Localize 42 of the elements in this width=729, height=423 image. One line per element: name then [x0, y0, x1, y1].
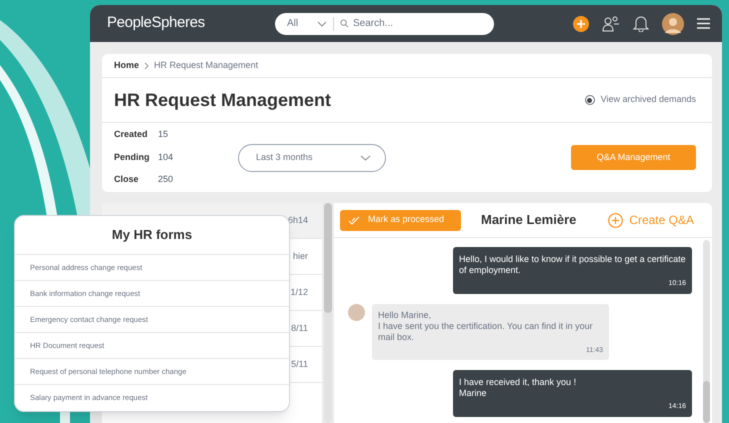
- menu-icon[interactable]: [697, 18, 710, 29]
- stat-label: Close: [114, 173, 140, 186]
- breadcrumb-current: HR Request Management: [154, 58, 258, 72]
- chevron-right-icon: [144, 62, 150, 70]
- add-icon[interactable]: [573, 16, 589, 32]
- request-time: 1/12: [290, 286, 308, 299]
- message-text: Hello, I would like to know if it possible to get a certificate of employment.: [459, 254, 686, 276]
- chevron-down-icon: [317, 20, 327, 26]
- radio-label: View archived demands: [600, 93, 696, 106]
- people-icon[interactable]: [602, 16, 620, 32]
- double-check-icon: [348, 216, 360, 224]
- scrollbar[interactable]: [703, 240, 710, 423]
- contact-name: Marine Lemière: [481, 211, 576, 230]
- scrollbar-thumb[interactable]: [703, 381, 710, 423]
- add-circle-icon: [608, 212, 624, 228]
- stat-label: Pending: [114, 150, 150, 164]
- stat-value: 250: [158, 173, 174, 186]
- request-time: 8/11: [291, 322, 308, 335]
- popup-title: My HR forms: [112, 226, 192, 244]
- radio-button[interactable]: [584, 95, 595, 105]
- stat-value: 15: [158, 128, 168, 142]
- bell-icon[interactable]: [633, 15, 649, 32]
- search-placeholder: Search...: [353, 17, 394, 31]
- chevron-down-icon: [360, 154, 371, 160]
- scrollbar-thumb[interactable]: [324, 203, 332, 313]
- search-icon: [340, 19, 349, 28]
- message-text: I have received it, thank you ! Marine: [459, 377, 578, 399]
- stat-value: 104: [158, 150, 174, 164]
- request-time: 6h14: [288, 214, 308, 227]
- avatar-icon[interactable]: [662, 12, 684, 34]
- search-field[interactable]: All Search...: [275, 12, 494, 34]
- page-title: HR Request Management: [114, 88, 332, 112]
- breadcrumb-link[interactable]: Home: [114, 58, 140, 72]
- message-text: Hello Marine, I have sent you the certification. You can find it in your mail box.: [378, 310, 594, 343]
- request-time: hier: [292, 250, 308, 263]
- request-time: 5/11: [291, 358, 308, 371]
- scope-select[interactable]: All: [287, 16, 317, 31]
- period-dropdown[interactable]: Last 3 months: [238, 144, 386, 172]
- stat-label: Created: [114, 128, 149, 142]
- logo: PeopleSpheres: [107, 13, 206, 34]
- scrollbar[interactable]: [324, 203, 332, 423]
- avatar-icon: [348, 304, 365, 321]
